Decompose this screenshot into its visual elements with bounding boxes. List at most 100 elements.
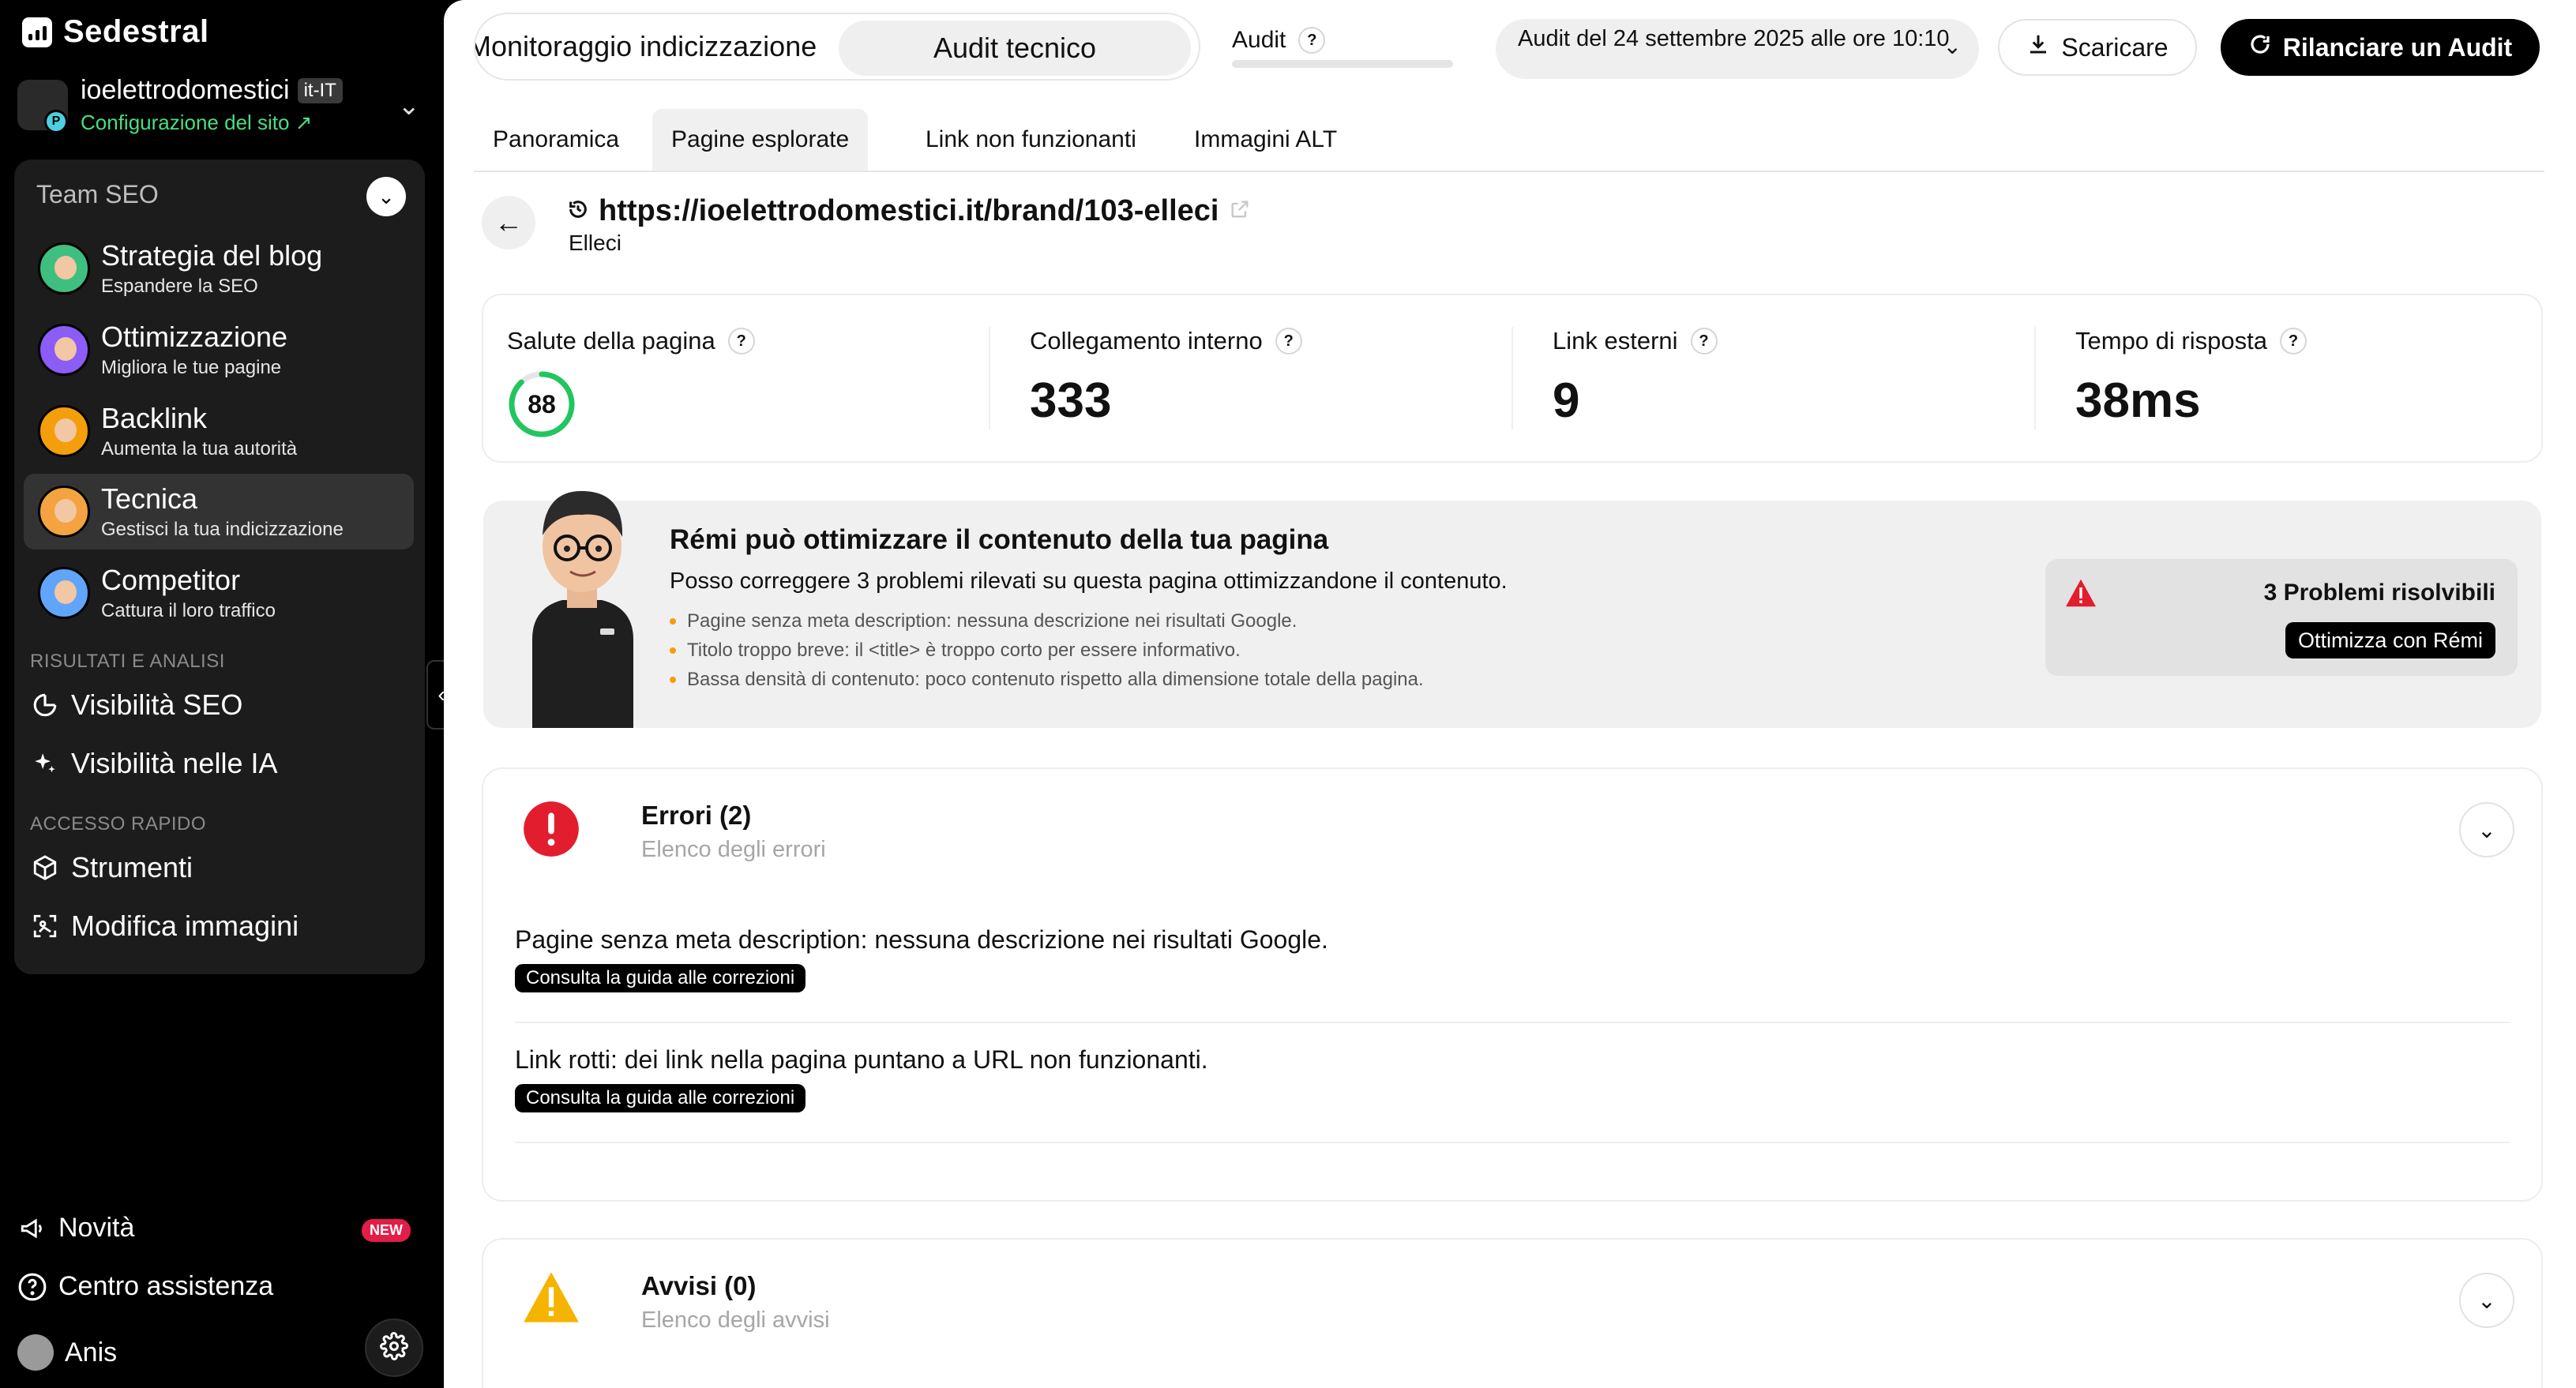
- nav-label: Visibilità nelle IA: [71, 747, 278, 779]
- list-item: Bassa densità di contenuto: poco contenu…: [670, 665, 1424, 694]
- help-circle-icon: [17, 1272, 47, 1302]
- nav-seo-visibility[interactable]: Visibilità SEO: [30, 688, 242, 722]
- section-results: RISULTATI E ANALISI: [30, 651, 225, 672]
- team-title: Team SEO: [36, 180, 159, 208]
- back-button[interactable]: ←: [482, 196, 535, 249]
- warnings-title: Avvisi (0): [641, 1271, 757, 1300]
- expand-warnings-button[interactable]: ⌄: [2459, 1273, 2514, 1328]
- tab-alt-images[interactable]: Immagini ALT: [1175, 109, 1356, 171]
- nav-edit-images[interactable]: Modifica immagini: [30, 910, 299, 943]
- nav-tools[interactable]: Strumenti: [30, 851, 193, 884]
- fix-guide-button[interactable]: Consulta la guida alle correzioni: [515, 1084, 806, 1112]
- arrow-left-icon: ←: [494, 206, 523, 238]
- metric-response-time: Tempo di risposta? 38ms: [2075, 327, 2307, 429]
- agent-avatar: [38, 242, 90, 294]
- nav-label: Modifica immagini: [71, 910, 299, 942]
- agent-avatar: [38, 486, 90, 538]
- help-icon[interactable]: ?: [1275, 328, 1302, 355]
- agent-blog-strategy[interactable]: Strategia del blog Espandere la SEO: [24, 231, 414, 306]
- help-icon[interactable]: ?: [1298, 27, 1326, 54]
- nav-label: Strumenti: [71, 851, 193, 883]
- external-link-icon[interactable]: [1229, 194, 1251, 228]
- page-title: Elleci: [569, 231, 621, 255]
- main-content: Monitoraggio indicizzazione Audit tecnic…: [444, 0, 2576, 1388]
- agent-competitor[interactable]: Competitor Cattura il loro traffico: [24, 555, 414, 631]
- metric-page-health: Salute della pagina? 88: [507, 327, 755, 439]
- tab-broken-links[interactable]: Link non funzionanti: [907, 109, 1155, 171]
- agent-backlink[interactable]: Backlink Aumenta la tua autorità: [24, 393, 414, 469]
- user-name: Anis: [65, 1337, 118, 1367]
- metric-label: Collegamento interno: [1030, 327, 1263, 355]
- audit-label-text: Audit: [1232, 27, 1286, 53]
- tab-technical-audit[interactable]: Audit tecnico: [839, 21, 1191, 76]
- chevron-down-icon: ⌄: [2477, 1288, 2496, 1313]
- tab-overview[interactable]: Panoramica: [474, 109, 638, 171]
- help-icon[interactable]: ?: [727, 328, 755, 355]
- site-config-link[interactable]: Configurazione del sito ↗: [81, 111, 343, 135]
- megaphone-icon: [17, 1214, 47, 1244]
- help-icon[interactable]: ?: [1690, 328, 1718, 355]
- audit-date-select[interactable]: Audit del 24 settembre 2025 alle ore 10:…: [1496, 19, 1979, 79]
- expand-errors-button[interactable]: ⌄: [2459, 802, 2514, 857]
- download-button[interactable]: Scaricare: [1998, 19, 2197, 76]
- new-badge: NEW: [362, 1219, 411, 1242]
- team-toggle-chevron-icon[interactable]: ⌄: [366, 177, 406, 216]
- image-edit-icon: [30, 911, 60, 941]
- chevron-down-icon: ⌄: [2477, 817, 2496, 842]
- remi-character-illustration: [515, 474, 649, 728]
- nav-label: Novità: [58, 1213, 135, 1243]
- fix-guide-button[interactable]: Consulta la guida alle correzioni: [515, 964, 806, 992]
- audit-label: Audit ?: [1232, 27, 1326, 54]
- chevron-down-icon: ⌄: [1943, 34, 1962, 58]
- section-quick-access: ACCESSO RAPIDO: [30, 813, 207, 835]
- site-selector[interactable]: P ioelettrodomestici it-IT Configurazion…: [17, 73, 420, 137]
- errors-subtitle: Elenco degli errori: [641, 837, 826, 862]
- nav-ai-visibility[interactable]: Visibilità nelle IA: [30, 747, 277, 780]
- remi-subtitle: Posso correggere 3 problemi rilevati su …: [670, 568, 1508, 594]
- fixable-issues-box: 3 Problemi risolvibili Ottimizza con Rém…: [2045, 559, 2518, 676]
- agent-name: Strategia del blog: [101, 239, 323, 272]
- metric-label: Link esterni: [1553, 327, 1678, 355]
- user-profile[interactable]: Anis: [17, 1334, 117, 1371]
- divider: [2034, 327, 2036, 430]
- nav-news[interactable]: Novità: [17, 1213, 134, 1244]
- error-text: Pagine senza meta description: nessuna d…: [515, 925, 1328, 954]
- history-icon: [567, 194, 589, 228]
- tab-indexing-monitoring[interactable]: Monitoraggio indicizzazione: [475, 30, 817, 63]
- rerun-audit-button[interactable]: Rilanciare un Audit: [2221, 19, 2540, 76]
- metric-value: 38ms: [2075, 373, 2201, 428]
- remi-issue-list: Pagine senza meta description: nessuna d…: [670, 606, 1424, 694]
- page-url-text: https://ioelettrodomestici.it/brand/103-…: [599, 194, 1219, 227]
- error-circle-icon: [521, 799, 581, 859]
- tab-explored-pages[interactable]: Pagine esplorate: [652, 109, 869, 171]
- help-icon[interactable]: ?: [2279, 328, 2307, 355]
- pie-chart-icon: [30, 690, 60, 720]
- lang-chip: it-IT: [297, 77, 343, 103]
- agent-name: Backlink: [101, 402, 208, 434]
- error-text: Link rotti: dei link nella pagina puntan…: [515, 1045, 1208, 1074]
- topbar: Monitoraggio indicizzazione Audit tecnic…: [474, 13, 2544, 81]
- divider: [989, 327, 990, 430]
- settings-button[interactable]: [365, 1319, 423, 1377]
- agent-avatar: [38, 567, 90, 619]
- audit-progress-bar: [1232, 60, 1453, 68]
- sparkle-icon: [30, 748, 60, 778]
- brand[interactable]: Sedestral: [22, 14, 209, 50]
- warning-triangle-icon: [2064, 578, 2097, 612]
- agent-optimization[interactable]: Ottimizzazione Migliora le tue pagine: [24, 312, 414, 388]
- nav-label: Visibilità SEO: [71, 688, 243, 721]
- chevron-down-icon[interactable]: ⌄: [398, 90, 421, 122]
- warning-triangle-icon: [521, 1270, 581, 1330]
- team-seo-panel: Team SEO ⌄ Strategia del blog Espandere l…: [14, 159, 425, 974]
- sub-tabs: Panoramica Pagine esplorate Link non fun…: [474, 109, 2544, 172]
- refresh-icon: [2248, 32, 2272, 62]
- agent-technical[interactable]: Tecnica Gestisci la tua indicizzazione: [24, 474, 414, 550]
- page-url: https://ioelettrodomestici.it/brand/103-…: [567, 194, 1251, 228]
- nav-label: Centro assistenza: [58, 1271, 274, 1301]
- agent-name: Competitor: [101, 564, 241, 596]
- mode-switch: Monitoraggio indicizzazione Audit tecnic…: [474, 13, 1200, 81]
- nav-help-center[interactable]: Centro assistenza: [17, 1271, 273, 1302]
- optimize-with-remi-button[interactable]: Ottimizza con Rémi: [2285, 622, 2495, 658]
- remi-title: Rémi può ottimizzare il contenuto della …: [670, 524, 1329, 555]
- list-item: Titolo troppo breve: il <title> è troppo…: [670, 636, 1424, 665]
